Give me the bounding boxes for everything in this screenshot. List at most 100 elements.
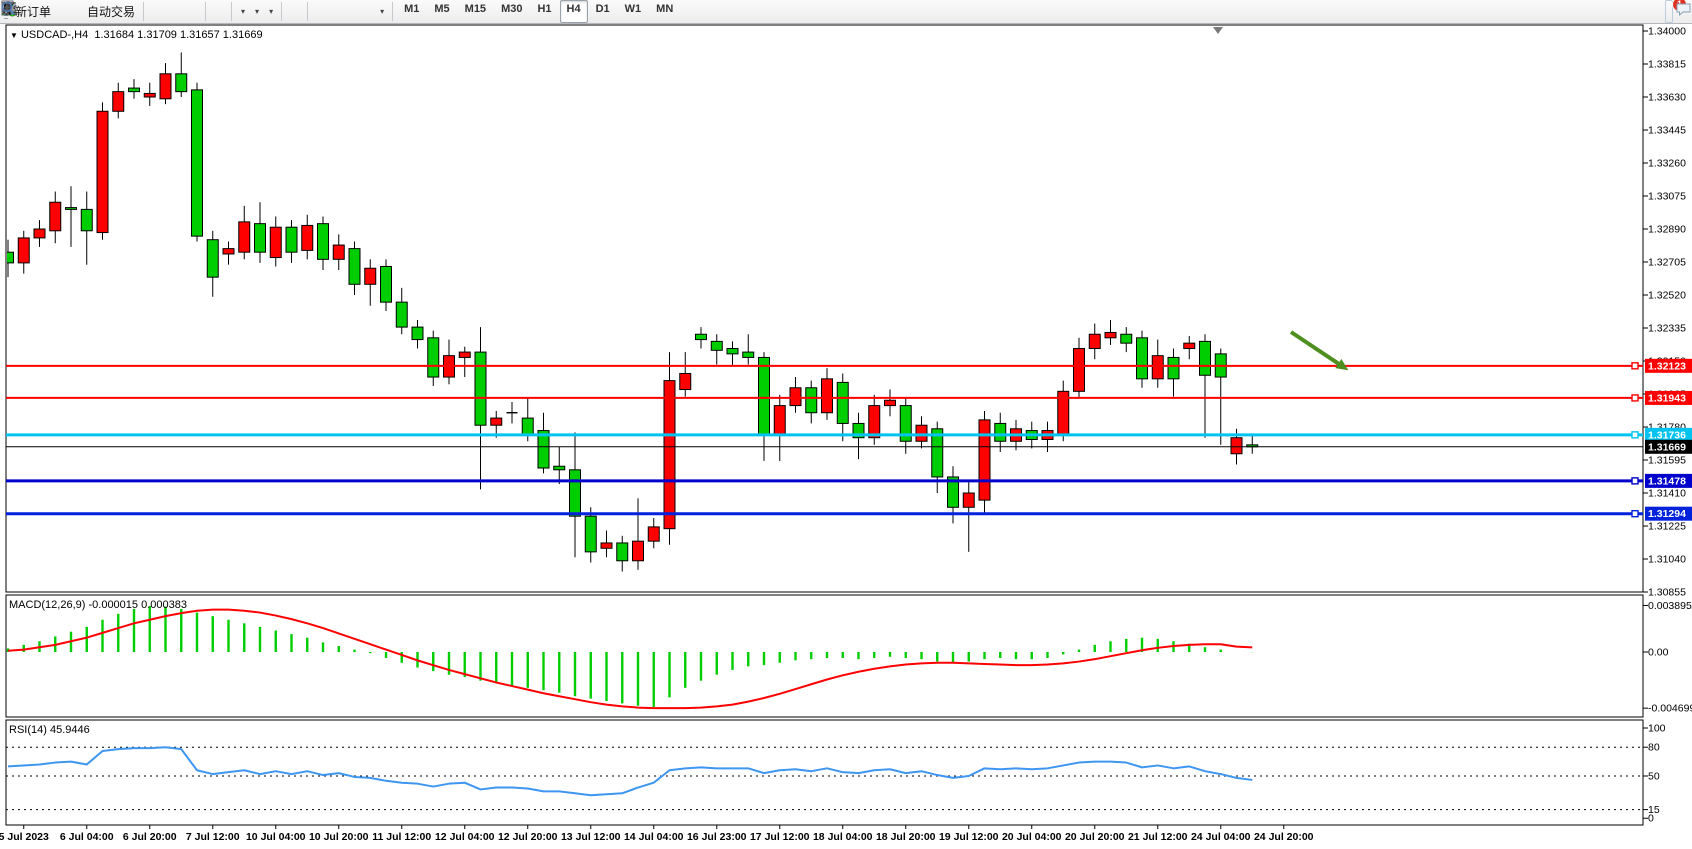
horizontal-line-tool-button[interactable] — [321, 0, 329, 23]
symbol-dropdown-icon[interactable]: ▼ — [10, 31, 18, 40]
candle-body — [979, 420, 990, 500]
candlestick-mode-button[interactable] — [157, 0, 165, 23]
candle-body — [97, 111, 108, 232]
bar-chart-mode-button[interactable] — [148, 0, 156, 23]
market-watch-button[interactable] — [65, 0, 73, 23]
auto-scroll-button[interactable] — [210, 0, 218, 23]
line-anchor-marker[interactable] — [1632, 395, 1638, 401]
tab-timeframe-m1[interactable]: M1 — [397, 0, 426, 23]
rsi-axis-label: 50 — [1648, 771, 1660, 783]
periods-button[interactable]: ▾ — [250, 0, 263, 23]
time-axis-label: 10 Jul 04:00 — [246, 831, 306, 843]
candle-body — [774, 406, 785, 435]
channel-tool-button[interactable]: E — [339, 0, 347, 23]
text-tool-button[interactable]: A — [357, 0, 365, 23]
candle-body — [81, 209, 92, 230]
rsi-title: RSI(14) — [9, 724, 47, 736]
line-anchor-marker[interactable] — [1632, 363, 1638, 369]
candle-body — [1074, 349, 1085, 392]
zoom-in-button[interactable] — [175, 0, 183, 23]
price-label-text: 1.31736 — [1648, 429, 1686, 441]
macd-values: -0.000015 0.000383 — [88, 599, 186, 611]
cursor-tool-button[interactable] — [286, 0, 294, 23]
candle-body — [160, 74, 171, 99]
arrows-tool-button[interactable]: ▾ — [375, 0, 388, 23]
candle-body — [1121, 334, 1132, 343]
chart-canvas[interactable]: 1.340001.338151.336301.334451.332601.330… — [0, 0, 1692, 849]
candle-body — [1184, 343, 1195, 348]
time-axis-label: 11 Jul 12:00 — [372, 831, 431, 843]
price-axis-label: 1.33260 — [1648, 158, 1686, 170]
chat-bubble-icon — [1675, 1, 1692, 18]
chart-shift-button[interactable] — [219, 0, 227, 23]
candle-body — [759, 357, 770, 434]
tab-timeframe-mn[interactable]: MN — [649, 0, 680, 23]
candle-body — [459, 352, 470, 357]
candle-body — [333, 245, 344, 259]
candle-body — [318, 224, 329, 260]
macd-axis-label: 0.003895 — [1648, 600, 1692, 612]
toolbar-separator — [231, 2, 232, 21]
line-anchor-marker[interactable] — [1632, 511, 1638, 517]
candle-body — [396, 302, 407, 327]
candle-body — [365, 268, 376, 284]
candle-body — [1105, 332, 1116, 337]
candle-body — [34, 229, 45, 238]
candle-body — [790, 388, 801, 406]
tab-timeframe-m5[interactable]: M5 — [427, 0, 456, 23]
candle-body — [617, 543, 628, 561]
candle-body — [822, 379, 833, 413]
candle-body — [3, 252, 14, 263]
candle-body — [1200, 341, 1211, 375]
vertical-line-tool-button[interactable] — [312, 0, 320, 23]
price-axis-label: 1.30855 — [1648, 587, 1686, 599]
trendline-tool-button[interactable] — [330, 0, 338, 23]
tile-windows-button[interactable] — [193, 0, 201, 23]
community-chat-button[interactable]: 1 — [1674, 0, 1682, 23]
candle-body — [349, 249, 360, 285]
new-chart-button[interactable]: ▾ — [236, 0, 249, 23]
auto-trading-label: 自动交易 — [87, 3, 135, 20]
candle-body — [711, 341, 722, 350]
text-label-tool-button[interactable]: T — [366, 0, 374, 23]
time-axis-label: 14 Jul 04:00 — [624, 831, 684, 843]
crosshair-tool-button[interactable] — [295, 0, 303, 23]
tab-timeframe-d1[interactable]: D1 — [589, 0, 617, 23]
price-label-text: 1.31669 — [1648, 441, 1686, 453]
auto-trading-button[interactable]: 自动交易 — [83, 0, 139, 23]
main-toolbar: 新订单 自动交易 — [0, 0, 1692, 24]
zoom-out-button[interactable] — [184, 0, 192, 23]
tab-timeframe-h1[interactable]: H1 — [530, 0, 558, 23]
fibonacci-tool-button[interactable]: F — [348, 0, 356, 23]
tab-timeframe-w1[interactable]: W1 — [618, 0, 649, 23]
candle-body — [1231, 438, 1242, 454]
signal-button[interactable] — [74, 0, 82, 23]
templates-button[interactable]: ▾ — [264, 0, 277, 23]
time-axis-label: 17 Jul 12:00 — [750, 831, 810, 843]
new-order-label: 新订单 — [15, 3, 51, 20]
tab-timeframe-h4[interactable]: H4 — [560, 0, 588, 23]
tab-timeframe-m15[interactable]: M15 — [458, 0, 493, 23]
line-anchor-marker[interactable] — [1632, 432, 1638, 438]
price-axis-label: 1.31225 — [1648, 521, 1686, 533]
line-chart-mode-button[interactable] — [166, 0, 174, 23]
candle-body — [916, 425, 927, 441]
time-axis-label: 19 Jul 12:00 — [939, 831, 999, 843]
candle-body — [522, 418, 533, 434]
candle-body — [412, 327, 423, 339]
candle-body — [302, 225, 313, 250]
candle-body — [664, 381, 675, 529]
tab-timeframe-m30[interactable]: M30 — [494, 0, 529, 23]
candle-body — [1089, 334, 1100, 348]
symbol-title: USDCAD-,H4 — [21, 29, 88, 41]
chevron-down-icon: ▾ — [380, 7, 384, 16]
price-axis-label: 1.32890 — [1648, 224, 1686, 236]
ohlc-values: 1.31684 1.31709 1.31657 1.31669 — [94, 29, 262, 41]
time-axis-label: 6 Jul 04:00 — [60, 831, 114, 843]
rsi-axis-label: 80 — [1648, 742, 1660, 754]
candle-body — [869, 406, 880, 438]
candle-body — [727, 349, 738, 354]
profiles-button[interactable] — [56, 0, 64, 23]
rsi-axis-label: 100 — [1648, 723, 1666, 735]
line-anchor-marker[interactable] — [1632, 478, 1638, 484]
